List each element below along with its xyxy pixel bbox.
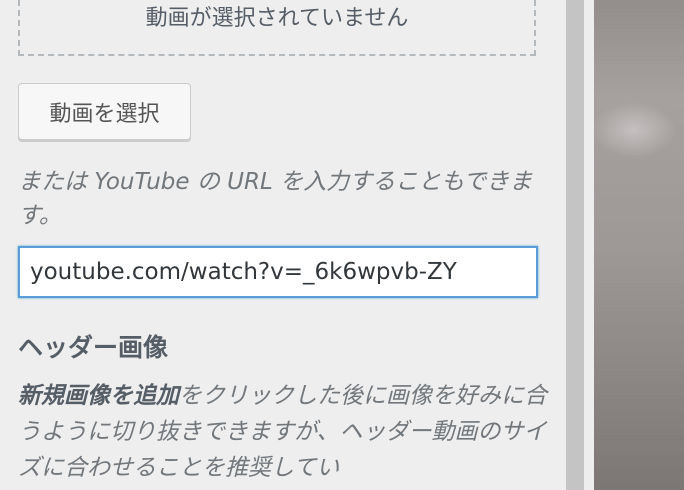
header-image-help: 新規画像を追加をクリックした後に画像を好みに合うように切り抜きできますが、ヘッダ… — [18, 378, 548, 486]
no-video-text: 動画が選択されていません — [145, 6, 409, 31]
youtube-url-description: または YouTube の URL を入力することもできます。 — [18, 169, 533, 229]
site-preview — [594, 0, 684, 490]
customizer-panel: 動画が選択されていません 動画を選択 または YouTube の URL を入力… — [0, 0, 566, 490]
header-image-title: ヘッダー画像 — [18, 333, 169, 362]
video-placeholder[interactable]: 動画が選択されていません — [18, 0, 536, 56]
youtube-url-input[interactable] — [18, 246, 538, 298]
select-video-button[interactable]: 動画を選択 — [18, 83, 191, 140]
add-new-image-emphasis: 新規画像を追加 — [18, 383, 179, 409]
panel-divider[interactable] — [566, 0, 584, 490]
